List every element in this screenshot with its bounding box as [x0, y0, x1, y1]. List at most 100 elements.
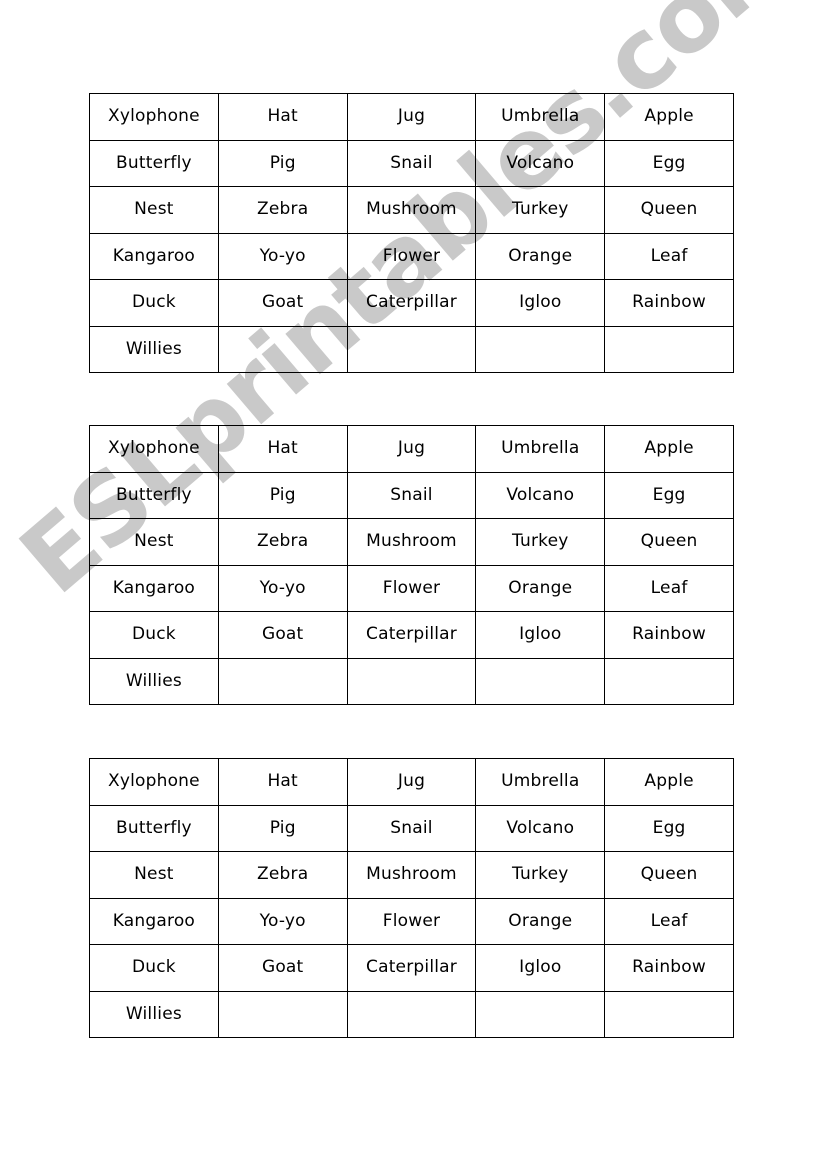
- bingo-cell-word: Flower: [346, 564, 477, 612]
- bingo-cell-word: Caterpillar: [346, 611, 477, 659]
- bingo-cell-word: Nest: [89, 851, 219, 899]
- table-row: Duck Goat Caterpillar Igloo Rainbow: [89, 279, 734, 327]
- bingo-cell-word: Mushroom: [346, 851, 477, 899]
- bingo-cell-word: Yo-yo: [217, 564, 348, 612]
- bingo-cell-word: Hat: [217, 93, 348, 141]
- bingo-cell-word: Kangaroo: [89, 232, 219, 280]
- bingo-cell-word: Rainbow: [604, 279, 734, 327]
- bingo-cell-word: Willies: [89, 990, 219, 1038]
- table-row: Xylophone Hat Jug Umbrella Apple: [89, 93, 734, 141]
- bingo-cell-word: Goat: [217, 944, 348, 992]
- bingo-cell-empty: [346, 657, 477, 705]
- bingo-card-3: Xylophone Hat Jug Umbrella Apple Butterfly Pig…: [89, 758, 734, 1038]
- bingo-cell-word: Nest: [89, 518, 219, 566]
- bingo-cell-word: Duck: [89, 944, 219, 992]
- bingo-cell-word: Volcano: [475, 804, 606, 852]
- bingo-cell-word: Kangaroo: [89, 564, 219, 612]
- bingo-cell-word: Pig: [217, 139, 348, 187]
- bingo-cell-word: Zebra: [217, 186, 348, 234]
- bingo-cell-word: Snail: [346, 471, 477, 519]
- bingo-cell-empty: [217, 990, 348, 1038]
- bingo-cell-word: Rainbow: [604, 944, 734, 992]
- table-row: Butterfly Pig Snail Volcano Egg: [89, 471, 734, 519]
- bingo-cell-word: Turkey: [475, 851, 606, 899]
- table-row: Kangaroo Yo-yo Flower Orange Leaf: [89, 897, 734, 945]
- bingo-cell-word: Leaf: [604, 232, 734, 280]
- bingo-cell-word: Caterpillar: [346, 279, 477, 327]
- bingo-cell-word: Igloo: [475, 611, 606, 659]
- bingo-cell-word: Xylophone: [89, 758, 219, 806]
- bingo-cell-word: Jug: [346, 93, 477, 141]
- bingo-cell-word: Rainbow: [604, 611, 734, 659]
- table-row: Willies: [89, 657, 734, 705]
- bingo-cell-word: Willies: [89, 325, 219, 373]
- bingo-cell-word: Zebra: [217, 851, 348, 899]
- bingo-cell-word: Egg: [604, 471, 734, 519]
- bingo-cell-word: Queen: [604, 186, 734, 234]
- bingo-cell-word: Leaf: [604, 564, 734, 612]
- table-row: Willies: [89, 990, 734, 1038]
- bingo-cell-word: Leaf: [604, 897, 734, 945]
- bingo-cell-word: Zebra: [217, 518, 348, 566]
- table-row: Duck Goat Caterpillar Igloo Rainbow: [89, 944, 734, 992]
- bingo-cell-word: Hat: [217, 425, 348, 473]
- bingo-cell-word: Caterpillar: [346, 944, 477, 992]
- bingo-card-2-body: Xylophone Hat Jug Umbrella Apple Butterfly Pig…: [89, 425, 734, 705]
- bingo-cell-word: Hat: [217, 758, 348, 806]
- bingo-tables-layer: Xylophone Hat Jug Umbrella Apple Butterfly Pig…: [0, 0, 826, 1169]
- bingo-cell-word: Mushroom: [346, 186, 477, 234]
- bingo-cell-word: Umbrella: [475, 93, 606, 141]
- bingo-cell-word: Pig: [217, 804, 348, 852]
- table-row: Willies: [89, 325, 734, 373]
- bingo-cell-word: Mushroom: [346, 518, 477, 566]
- bingo-cell-word: Umbrella: [475, 425, 606, 473]
- table-row: Nest Zebra Mushroom Turkey Queen: [89, 518, 734, 566]
- bingo-card-3-body: Xylophone Hat Jug Umbrella Apple Butterfly Pig…: [89, 758, 734, 1038]
- bingo-cell-word: Queen: [604, 851, 734, 899]
- table-row: Butterfly Pig Snail Volcano Egg: [89, 804, 734, 852]
- bingo-cell-word: Orange: [475, 564, 606, 612]
- bingo-cell-word: Butterfly: [89, 471, 219, 519]
- bingo-cell-word: Duck: [89, 279, 219, 327]
- bingo-cell-word: Egg: [604, 804, 734, 852]
- bingo-cell-word: Yo-yo: [217, 897, 348, 945]
- bingo-cell-empty: [475, 990, 606, 1038]
- bingo-cell-word: Snail: [346, 139, 477, 187]
- table-row: Duck Goat Caterpillar Igloo Rainbow: [89, 611, 734, 659]
- bingo-cell-word: Duck: [89, 611, 219, 659]
- table-row: Nest Zebra Mushroom Turkey Queen: [89, 851, 734, 899]
- bingo-cell-empty: [217, 657, 348, 705]
- table-row: Nest Zebra Mushroom Turkey Queen: [89, 186, 734, 234]
- bingo-cell-word: Kangaroo: [89, 897, 219, 945]
- bingo-cell-empty: [604, 657, 734, 705]
- bingo-cell-empty: [475, 657, 606, 705]
- table-row: Kangaroo Yo-yo Flower Orange Leaf: [89, 564, 734, 612]
- bingo-cell-word: Egg: [604, 139, 734, 187]
- table-row: Xylophone Hat Jug Umbrella Apple: [89, 425, 734, 473]
- bingo-cell-empty: [604, 990, 734, 1038]
- bingo-cell-word: Jug: [346, 758, 477, 806]
- bingo-cell-word: Snail: [346, 804, 477, 852]
- worksheet-page: ESLprintables.com ESLprintables.com Xylo…: [0, 0, 826, 1169]
- bingo-cell-word: Pig: [217, 471, 348, 519]
- bingo-cell-word: Igloo: [475, 944, 606, 992]
- bingo-cell-word: Apple: [604, 425, 734, 473]
- bingo-cell-word: Goat: [217, 611, 348, 659]
- bingo-cell-word: Yo-yo: [217, 232, 348, 280]
- bingo-cell-word: Goat: [217, 279, 348, 327]
- bingo-cell-word: Turkey: [475, 186, 606, 234]
- bingo-cell-word: Volcano: [475, 139, 606, 187]
- bingo-cell-empty: [475, 325, 606, 373]
- bingo-cell-word: Queen: [604, 518, 734, 566]
- bingo-cell-word: Turkey: [475, 518, 606, 566]
- bingo-cell-word: Orange: [475, 232, 606, 280]
- bingo-cell-word: Flower: [346, 897, 477, 945]
- bingo-cell-word: Butterfly: [89, 804, 219, 852]
- bingo-cell-word: Nest: [89, 186, 219, 234]
- bingo-cell-word: Apple: [604, 93, 734, 141]
- bingo-cell-word: Flower: [346, 232, 477, 280]
- bingo-cell-empty: [346, 325, 477, 373]
- bingo-cell-empty: [217, 325, 348, 373]
- bingo-cell-word: Willies: [89, 657, 219, 705]
- table-row: Butterfly Pig Snail Volcano Egg: [89, 139, 734, 187]
